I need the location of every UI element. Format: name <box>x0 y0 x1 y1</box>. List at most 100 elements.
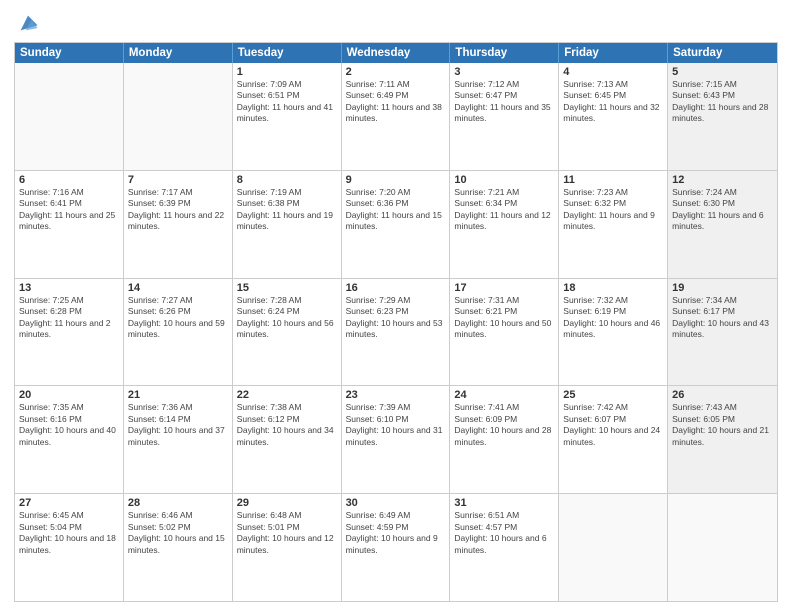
cal-cell-20: 20Sunrise: 7:35 AM Sunset: 6:16 PM Dayli… <box>15 386 124 493</box>
day-number: 5 <box>672 66 773 78</box>
cal-cell-24: 24Sunrise: 7:41 AM Sunset: 6:09 PM Dayli… <box>450 386 559 493</box>
day-of-week-saturday: Saturday <box>668 43 777 63</box>
cal-cell-28: 28Sunrise: 6:46 AM Sunset: 5:02 PM Dayli… <box>124 494 233 601</box>
cal-cell-26: 26Sunrise: 7:43 AM Sunset: 6:05 PM Dayli… <box>668 386 777 493</box>
cal-cell-29: 29Sunrise: 6:48 AM Sunset: 5:01 PM Dayli… <box>233 494 342 601</box>
page: SundayMondayTuesdayWednesdayThursdayFrid… <box>0 0 792 612</box>
day-number: 9 <box>346 174 446 186</box>
cal-cell-empty <box>559 494 668 601</box>
day-info: Sunrise: 7:19 AM Sunset: 6:38 PM Dayligh… <box>237 187 337 233</box>
cal-cell-empty <box>668 494 777 601</box>
day-info: Sunrise: 6:46 AM Sunset: 5:02 PM Dayligh… <box>128 510 228 556</box>
day-info: Sunrise: 7:41 AM Sunset: 6:09 PM Dayligh… <box>454 402 554 448</box>
cal-cell-11: 11Sunrise: 7:23 AM Sunset: 6:32 PM Dayli… <box>559 171 668 278</box>
day-info: Sunrise: 7:27 AM Sunset: 6:26 PM Dayligh… <box>128 295 228 341</box>
day-of-week-friday: Friday <box>559 43 668 63</box>
cal-cell-22: 22Sunrise: 7:38 AM Sunset: 6:12 PM Dayli… <box>233 386 342 493</box>
day-of-week-tuesday: Tuesday <box>233 43 342 63</box>
day-number: 8 <box>237 174 337 186</box>
cal-cell-17: 17Sunrise: 7:31 AM Sunset: 6:21 PM Dayli… <box>450 279 559 386</box>
day-info: Sunrise: 6:48 AM Sunset: 5:01 PM Dayligh… <box>237 510 337 556</box>
day-info: Sunrise: 7:28 AM Sunset: 6:24 PM Dayligh… <box>237 295 337 341</box>
cal-cell-4: 4Sunrise: 7:13 AM Sunset: 6:45 PM Daylig… <box>559 63 668 170</box>
day-number: 17 <box>454 282 554 294</box>
day-info: Sunrise: 7:38 AM Sunset: 6:12 PM Dayligh… <box>237 402 337 448</box>
day-info: Sunrise: 7:31 AM Sunset: 6:21 PM Dayligh… <box>454 295 554 341</box>
day-number: 22 <box>237 389 337 401</box>
calendar-header: SundayMondayTuesdayWednesdayThursdayFrid… <box>15 43 777 63</box>
day-number: 7 <box>128 174 228 186</box>
cal-cell-1: 1Sunrise: 7:09 AM Sunset: 6:51 PM Daylig… <box>233 63 342 170</box>
day-info: Sunrise: 7:39 AM Sunset: 6:10 PM Dayligh… <box>346 402 446 448</box>
calendar-body: 1Sunrise: 7:09 AM Sunset: 6:51 PM Daylig… <box>15 63 777 601</box>
cal-cell-27: 27Sunrise: 6:45 AM Sunset: 5:04 PM Dayli… <box>15 494 124 601</box>
day-number: 29 <box>237 497 337 509</box>
day-number: 15 <box>237 282 337 294</box>
cal-cell-31: 31Sunrise: 6:51 AM Sunset: 4:57 PM Dayli… <box>450 494 559 601</box>
day-number: 14 <box>128 282 228 294</box>
day-info: Sunrise: 7:29 AM Sunset: 6:23 PM Dayligh… <box>346 295 446 341</box>
day-info: Sunrise: 7:23 AM Sunset: 6:32 PM Dayligh… <box>563 187 663 233</box>
day-number: 10 <box>454 174 554 186</box>
day-info: Sunrise: 7:20 AM Sunset: 6:36 PM Dayligh… <box>346 187 446 233</box>
day-info: Sunrise: 7:32 AM Sunset: 6:19 PM Dayligh… <box>563 295 663 341</box>
cal-cell-9: 9Sunrise: 7:20 AM Sunset: 6:36 PM Daylig… <box>342 171 451 278</box>
cal-cell-16: 16Sunrise: 7:29 AM Sunset: 6:23 PM Dayli… <box>342 279 451 386</box>
day-number: 11 <box>563 174 663 186</box>
cal-cell-10: 10Sunrise: 7:21 AM Sunset: 6:34 PM Dayli… <box>450 171 559 278</box>
cal-cell-3: 3Sunrise: 7:12 AM Sunset: 6:47 PM Daylig… <box>450 63 559 170</box>
week-row-5: 27Sunrise: 6:45 AM Sunset: 5:04 PM Dayli… <box>15 494 777 601</box>
day-info: Sunrise: 7:43 AM Sunset: 6:05 PM Dayligh… <box>672 402 773 448</box>
day-number: 19 <box>672 282 773 294</box>
header <box>14 10 778 34</box>
cal-cell-21: 21Sunrise: 7:36 AM Sunset: 6:14 PM Dayli… <box>124 386 233 493</box>
cal-cell-18: 18Sunrise: 7:32 AM Sunset: 6:19 PM Dayli… <box>559 279 668 386</box>
cal-cell-empty <box>124 63 233 170</box>
cal-cell-14: 14Sunrise: 7:27 AM Sunset: 6:26 PM Dayli… <box>124 279 233 386</box>
day-info: Sunrise: 6:45 AM Sunset: 5:04 PM Dayligh… <box>19 510 119 556</box>
day-info: Sunrise: 7:13 AM Sunset: 6:45 PM Dayligh… <box>563 79 663 125</box>
cal-cell-12: 12Sunrise: 7:24 AM Sunset: 6:30 PM Dayli… <box>668 171 777 278</box>
day-number: 23 <box>346 389 446 401</box>
logo-icon <box>17 12 39 34</box>
day-number: 2 <box>346 66 446 78</box>
day-info: Sunrise: 6:49 AM Sunset: 4:59 PM Dayligh… <box>346 510 446 556</box>
day-number: 3 <box>454 66 554 78</box>
week-row-4: 20Sunrise: 7:35 AM Sunset: 6:16 PM Dayli… <box>15 386 777 494</box>
day-info: Sunrise: 7:09 AM Sunset: 6:51 PM Dayligh… <box>237 79 337 125</box>
day-of-week-thursday: Thursday <box>450 43 559 63</box>
cal-cell-25: 25Sunrise: 7:42 AM Sunset: 6:07 PM Dayli… <box>559 386 668 493</box>
day-number: 18 <box>563 282 663 294</box>
day-info: Sunrise: 7:11 AM Sunset: 6:49 PM Dayligh… <box>346 79 446 125</box>
cal-cell-5: 5Sunrise: 7:15 AM Sunset: 6:43 PM Daylig… <box>668 63 777 170</box>
day-info: Sunrise: 7:15 AM Sunset: 6:43 PM Dayligh… <box>672 79 773 125</box>
day-number: 12 <box>672 174 773 186</box>
day-info: Sunrise: 7:16 AM Sunset: 6:41 PM Dayligh… <box>19 187 119 233</box>
week-row-2: 6Sunrise: 7:16 AM Sunset: 6:41 PM Daylig… <box>15 171 777 279</box>
cal-cell-30: 30Sunrise: 6:49 AM Sunset: 4:59 PM Dayli… <box>342 494 451 601</box>
day-info: Sunrise: 7:17 AM Sunset: 6:39 PM Dayligh… <box>128 187 228 233</box>
day-info: Sunrise: 7:12 AM Sunset: 6:47 PM Dayligh… <box>454 79 554 125</box>
day-number: 13 <box>19 282 119 294</box>
week-row-3: 13Sunrise: 7:25 AM Sunset: 6:28 PM Dayli… <box>15 279 777 387</box>
logo <box>14 10 39 34</box>
day-number: 4 <box>563 66 663 78</box>
cal-cell-23: 23Sunrise: 7:39 AM Sunset: 6:10 PM Dayli… <box>342 386 451 493</box>
day-number: 1 <box>237 66 337 78</box>
day-number: 26 <box>672 389 773 401</box>
day-of-week-wednesday: Wednesday <box>342 43 451 63</box>
day-info: Sunrise: 7:21 AM Sunset: 6:34 PM Dayligh… <box>454 187 554 233</box>
day-info: Sunrise: 7:24 AM Sunset: 6:30 PM Dayligh… <box>672 187 773 233</box>
day-number: 27 <box>19 497 119 509</box>
day-number: 6 <box>19 174 119 186</box>
day-number: 28 <box>128 497 228 509</box>
cal-cell-8: 8Sunrise: 7:19 AM Sunset: 6:38 PM Daylig… <box>233 171 342 278</box>
calendar: SundayMondayTuesdayWednesdayThursdayFrid… <box>14 42 778 602</box>
day-number: 24 <box>454 389 554 401</box>
cal-cell-7: 7Sunrise: 7:17 AM Sunset: 6:39 PM Daylig… <box>124 171 233 278</box>
day-number: 21 <box>128 389 228 401</box>
day-of-week-sunday: Sunday <box>15 43 124 63</box>
day-number: 20 <box>19 389 119 401</box>
day-number: 25 <box>563 389 663 401</box>
cal-cell-2: 2Sunrise: 7:11 AM Sunset: 6:49 PM Daylig… <box>342 63 451 170</box>
